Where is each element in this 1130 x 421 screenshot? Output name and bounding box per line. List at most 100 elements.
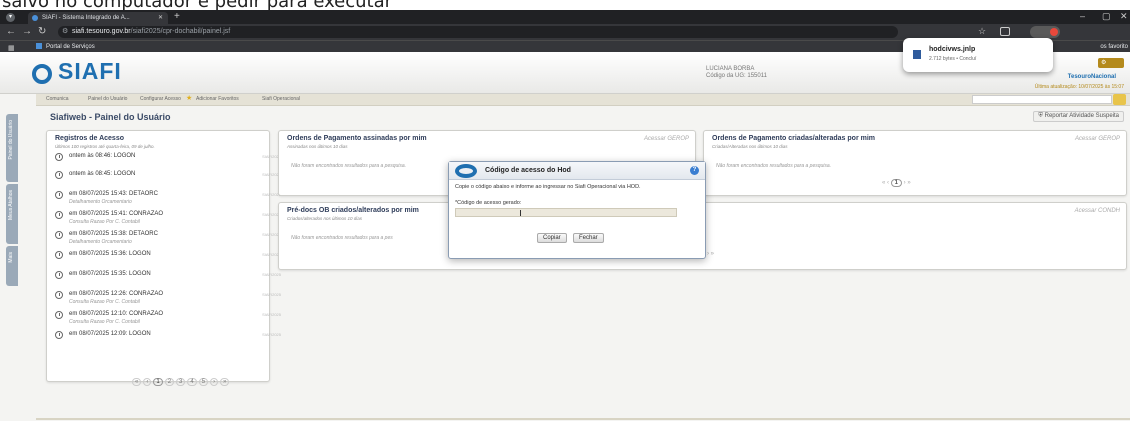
page-3[interactable]: 3 [176,378,186,386]
tab-search-icon[interactable]: ▾ [6,13,15,22]
sidetab-painel[interactable]: Painel do Usuário [6,114,18,182]
clock-icon [55,291,63,299]
predocs-subtitle: Criados/alterados nos últimos 10 dias [287,216,363,221]
menu-item-favoritos[interactable]: Adicionar Favoritos [196,96,239,102]
close-button[interactable]: Fechar [573,233,604,243]
op-criadas-pager: « ‹ 1 › » [882,179,911,187]
op-assinadas-gerop-link[interactable]: Acessar GEROP [644,136,689,142]
dialog-header: Código de acesso do Hod ? [449,162,705,180]
op-criadas-gerop-link[interactable]: Acessar GEROP [1075,136,1120,142]
forward-icon[interactable]: → [22,26,32,37]
op-criadas-empty: Não foram encontrados resultados para a … [716,163,832,169]
bookmark-label: Portal de Serviços [46,44,95,50]
help-icon[interactable]: ? [690,166,699,175]
page-2[interactable]: 2 [164,378,175,386]
new-tab-icon[interactable]: + [174,11,180,22]
siafi-logo-icon [32,64,52,84]
close-tab-icon[interactable]: ✕ [158,12,163,24]
access-log-detail: Detalhamento Orcamentario [69,239,132,245]
tesouro-logo: TesouroNacional [1067,74,1116,80]
browser-window: ▾ SIAFI - Sistema Integrado de A... ✕ + … [0,10,1130,421]
hod-code-dialog: Código de acesso do Hod ? Copie o código… [448,161,706,259]
siafi-favicon-icon [32,15,38,21]
back-icon[interactable]: ← [6,26,16,37]
predocs-pager: › » [707,251,715,257]
access-log-main: em 08/07/2025 12:26: CONRAZAO [69,291,164,297]
access-log-main: ontem às 08:45: LOGON [69,171,136,177]
clock-icon [55,171,63,179]
page-1[interactable]: 1 [153,378,163,386]
site-info-icon[interactable]: ⚙ [62,26,68,38]
access-log-system: SIAFI2025 [262,332,281,337]
last-update: Última atualização: 10/07/2025 às 15:07 [1034,84,1124,90]
page-5[interactable]: 5 [198,378,209,386]
report-suspicious-button[interactable]: ⛨ Reportar Atividade Suspeita [1033,111,1124,122]
menu-item-configurar-acesso[interactable]: Configurar Acesso [140,96,181,102]
side-tabs: Painel do Usuário Meus Atalhos Mais [4,114,18,304]
registros-card: Registros de Acesso Últimos 100 registro… [46,130,281,386]
registros-title: Registros de Acesso [55,135,124,142]
access-log-system: SIAFI2025 [262,312,281,317]
first-page-icon[interactable]: « [132,378,142,386]
caption-text: salvo no computador e pedir para executa… [2,0,392,10]
predocs-title: Pré-docs OB criados/alterados por mim [287,207,419,214]
restore-icon[interactable]: ▢ [1102,11,1111,22]
menu-item-siafi-operacional[interactable]: Siafi Operacional [262,96,300,102]
shield-icon: ⛨ [1038,113,1043,119]
close-window-icon[interactable]: ✕ [1120,11,1128,22]
access-code-field[interactable] [455,208,677,217]
access-log-system: SIAFI2025 [262,292,281,297]
bookmark-star-icon[interactable]: ☆ [978,26,986,37]
clock-icon [55,191,63,199]
predocs-condh-link[interactable]: Acessar CONDH [1075,208,1120,214]
user-name: LUCIANA BORBA [706,66,755,72]
menu-item-painel[interactable]: Painel do Usuário [88,96,127,102]
reload-icon[interactable]: ↻ [38,26,46,37]
access-log-main: em 08/07/2025 15:35: LOGON [69,271,151,277]
dialog-title: Código de acesso do Hod [485,167,571,174]
settings-button[interactable]: ⚙ [1098,58,1124,68]
page-title: Siafiweb - Painel do Usuário [50,112,171,122]
url-host: siafi.tesouro.gov.br [72,28,131,35]
next-page-icon[interactable]: › [210,378,219,386]
access-log-main: em 08/07/2025 15:41: CONRAZAO [69,211,164,217]
search-input[interactable] [972,95,1112,104]
access-log-main: em 08/07/2025 12:09: LOGON [69,331,151,337]
access-log-detail: Consulta Razao Por C. Contabil [69,219,140,225]
sidetab-atalhos[interactable]: Meus Atalhos [6,184,18,244]
apps-grid-icon[interactable]: ▦ [8,44,15,52]
sidetab-mais[interactable]: Mais [6,246,18,286]
page-4[interactable]: 4 [187,378,197,386]
report-label: Reportar Atividade Suspeita [1044,113,1119,119]
minimize-icon[interactable]: – [1080,11,1085,21]
menu-item-comunica[interactable]: Comunica [46,96,69,102]
all-bookmarks-link[interactable]: os favorito [1100,42,1128,52]
op-criadas-card: Ordens de Pagamento criadas/alteradas po… [703,130,1127,196]
siafi-logo-icon [455,164,477,178]
access-log-main: em 08/07/2025 15:43: DETAORC [69,191,158,197]
search-button[interactable] [1113,94,1126,105]
access-log-system: SIAFI2025 [262,272,281,277]
favorite-star-icon: ★ [186,95,193,102]
op-criadas-page-1[interactable]: 1 [890,179,903,187]
copy-button[interactable]: Copiar [537,233,567,243]
bookmark-item[interactable]: Portal de Serviços [36,42,95,52]
title-row: Siafiweb - Painel do Usuário ⛨ Reportar … [36,109,1130,125]
op-criadas-title: Ordens de Pagamento criadas/alteradas po… [712,135,876,142]
extensions-icon[interactable] [1000,27,1010,36]
access-log-main: em 08/07/2025 12:10: CONRAZAO [69,311,164,317]
footer-divider [36,418,1130,420]
registros-pager: «‹ 1 2 3 4 5 ›» [131,378,230,386]
access-log-main: ontem às 08:46: LOGON [69,153,136,159]
download-popup[interactable]: hodcivws.jnlp 2.712 bytes • Concluí [903,38,1053,72]
browser-tabbar: ▾ SIAFI - Sistema Integrado de A... ✕ + … [0,10,1130,24]
profile-avatar[interactable] [1030,26,1060,38]
access-log-main: em 08/07/2025 15:38: DETAORC [69,231,158,237]
prev-page-icon[interactable]: ‹ [143,378,152,386]
op-assinadas-title: Ordens de Pagamento assinadas por mim [287,135,427,142]
download-filename[interactable]: hodcivws.jnlp [929,46,975,53]
browser-tab[interactable]: SIAFI - Sistema Integrado de A... ✕ [28,12,168,24]
url-field[interactable]: ⚙ siafi.tesouro.gov.br/siafi2025/cpr-doc… [58,26,898,38]
last-page-icon[interactable]: » [220,378,230,386]
clock-icon [55,311,63,319]
